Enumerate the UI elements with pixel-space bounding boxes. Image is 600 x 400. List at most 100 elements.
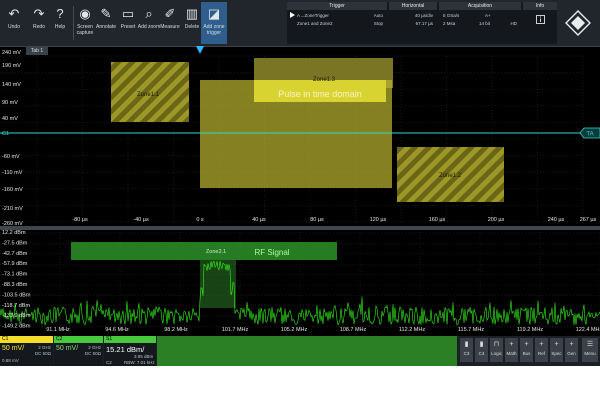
spectrum-y-labels: 12.2 dBm -27.5 dBm -42.7 dBm -57.9 dBm -73.1… (2, 230, 31, 330)
c3-button[interactable]: ▮ C3 (460, 338, 473, 362)
spectrum-x-label: 94.6 MHz (105, 327, 129, 333)
waveform-area[interactable]: Zone1.1 Zone1.3 Zone1.2 Pulse in time do… (0, 46, 600, 336)
spectrum-y-label: -133.9 dBm (2, 313, 31, 319)
rf-signal-label: RF Signal (254, 248, 289, 257)
undo-label: Undo (8, 24, 20, 30)
c2-coupling: DC 50Ω (84, 351, 101, 356)
trigger-panel[interactable]: Trigger A→ZoneTrigger Zone1 and Zone2 Au… (287, 2, 387, 44)
spectrum-y-label: -42.7 dBm (2, 251, 28, 257)
generator-icon: + (569, 341, 574, 348)
measure-button[interactable]: ✐ Measure (158, 2, 182, 44)
s1-span: 3.95 dBm (134, 354, 154, 359)
zone-trigger-icon: ◪ (207, 6, 221, 21)
c2-channel-box[interactable]: C2 50 mV/ 2 GHz DC 50Ω (54, 336, 103, 366)
zone1-1-label: Zone1.1 (137, 92, 160, 98)
screen-capture-button[interactable]: ◉ Screen capture (75, 2, 95, 44)
time-domain-zones[interactable] (111, 58, 504, 202)
time-x-label: 0 s (196, 217, 204, 223)
spectrum-y-label: -103.5 dBm (2, 292, 31, 298)
s1-reference-level: 15.21 dBm/ (106, 345, 145, 354)
c4-button[interactable]: ▮ C4 (475, 338, 488, 362)
annotate-button[interactable]: ✎ Annotate (94, 2, 118, 44)
help-icon: ? (56, 6, 64, 21)
math-icon: + (509, 341, 514, 348)
pen-icon: ✎ (100, 6, 112, 21)
time-y-label: 90 mV (2, 100, 18, 106)
help-button[interactable]: ? Help (48, 2, 72, 44)
spectrum-y-label: -27.5 dBm (2, 240, 28, 246)
time-x-label: 160 µs (429, 217, 446, 223)
trigger-position-icon[interactable] (196, 46, 204, 54)
logic-button[interactable]: ⊓ Logic (490, 338, 503, 362)
zone2-1-label: Zone2.1 (206, 249, 226, 255)
menu-button[interactable]: ☰ Menu (582, 338, 598, 362)
add-zone-trigger-label: Add zone trigger (203, 24, 225, 36)
acquisition-mode: A+ (485, 13, 491, 18)
spectrum-x-labels: 91.1 MHz 94.6 MHz 98.2 MHz 101.7 MHz 105.2 M… (46, 327, 600, 333)
time-y-label: 140 mV (2, 82, 21, 88)
c1-bandwidth: 2 GHz (38, 345, 51, 350)
time-x-label: -40 µs (133, 217, 149, 223)
zone1-2-label: Zone1.2 (439, 173, 462, 179)
c1-offset: 0.88 mV (2, 358, 19, 363)
acquisition-panel[interactable]: Acquisition 5 GSa/s 2 Msa A+ 14 bit HD (439, 2, 521, 44)
spectrum-icon: + (554, 341, 559, 348)
spec-button[interactable]: + Spec (550, 338, 563, 362)
time-y-labels: 240 mV 190 mV 140 mV 90 mV 40 mV C1 -60 mV -110… (2, 50, 23, 227)
spectrum-x-label: 101.7 MHz (222, 327, 249, 333)
time-x-label: 120 µs (370, 217, 387, 223)
screen-capture-label: Screen capture (76, 24, 94, 36)
math-button[interactable]: + Math (505, 338, 518, 362)
info-icon (536, 15, 545, 24)
c1-channel-box[interactable]: C1 50 mV/ 0.88 mV 2 GHz DC 50Ω (0, 336, 53, 366)
spectrum-x-label: 122.4 MHz (576, 327, 600, 333)
camera-icon: ◉ (79, 6, 91, 21)
resolution-bits: 14 bit (479, 21, 491, 26)
horizontal-title: Horizontal (389, 2, 437, 10)
math-label: Math (506, 351, 517, 356)
logic-icon: ⊓ (493, 341, 500, 348)
tab-1[interactable]: Tab 1 (26, 47, 48, 55)
sample-rate: 5 GSa/s (443, 13, 460, 18)
menu-icon: ☰ (586, 341, 594, 348)
pulse-label: Pulse in time domain (278, 89, 362, 99)
trigger-source: A→ZoneTrigger (297, 13, 329, 18)
time-y-label: C1 (2, 131, 9, 137)
undo-button[interactable]: ↶ Undo (2, 2, 26, 44)
help-label: Help (54, 24, 66, 30)
measure-icon: ✐ (164, 6, 176, 21)
ref-button[interactable]: + Ref (535, 338, 548, 362)
c1-coupling: DC 50Ω (34, 351, 51, 356)
zone1-3-label: Zone1.3 (313, 77, 336, 83)
acquisition-title: Acquisition (439, 2, 521, 10)
annotate-label: Annotate (95, 24, 117, 30)
c2-header: C2 (54, 336, 103, 343)
time-x-label: 200 µs (488, 217, 505, 223)
channel-icon: ▮ (479, 341, 484, 348)
gen-button[interactable]: + Gen (565, 338, 578, 362)
bus-icon: + (524, 341, 529, 348)
info-panel: Trigger A→ZoneTrigger Zone1 and Zone2 Au… (287, 2, 557, 44)
trigger-zones: Zone1 and Zone2 (297, 21, 333, 26)
trigger-title: Trigger (287, 2, 387, 10)
time-y-label: -260 mV (2, 221, 23, 227)
bus-button[interactable]: + Bus (520, 338, 533, 362)
logic-label: Logic (491, 351, 502, 356)
spectrum-x-label: 115.7 MHz (458, 327, 484, 333)
oscilloscope-screen: ↶ Undo ↷ Redo ? Help ◉ Screen capture ✎ Annot… (0, 0, 600, 352)
info-panel-box[interactable]: Info (523, 2, 557, 44)
toolbar-divider (73, 6, 74, 40)
rf-signal-box[interactable] (71, 242, 337, 260)
hd-mode: HD (510, 21, 518, 26)
horizontal-panel[interactable]: Horizontal 40 µs/div 67.17 µs (389, 2, 437, 44)
ref-icon: + (539, 341, 544, 348)
time-y-label: 240 mV (2, 50, 21, 56)
time-x-label: 40 µs (252, 217, 266, 223)
c3-label: C3 (463, 351, 470, 356)
c2-bandwidth: 2 GHz (88, 345, 101, 350)
trigger-arrow-icon (290, 12, 295, 18)
record-length: 2 Msa (443, 21, 456, 26)
s1-spectrum-box[interactable]: S1 15.21 dBm/ 3.95 dBm C2 RBW: 7.01 kHz (104, 336, 156, 366)
toolbar: ↶ Undo ↷ Redo ? Help ◉ Screen capture ✎ Annot… (0, 0, 600, 47)
add-zone-trigger-button[interactable]: ◪ Add zone trigger (201, 2, 227, 44)
